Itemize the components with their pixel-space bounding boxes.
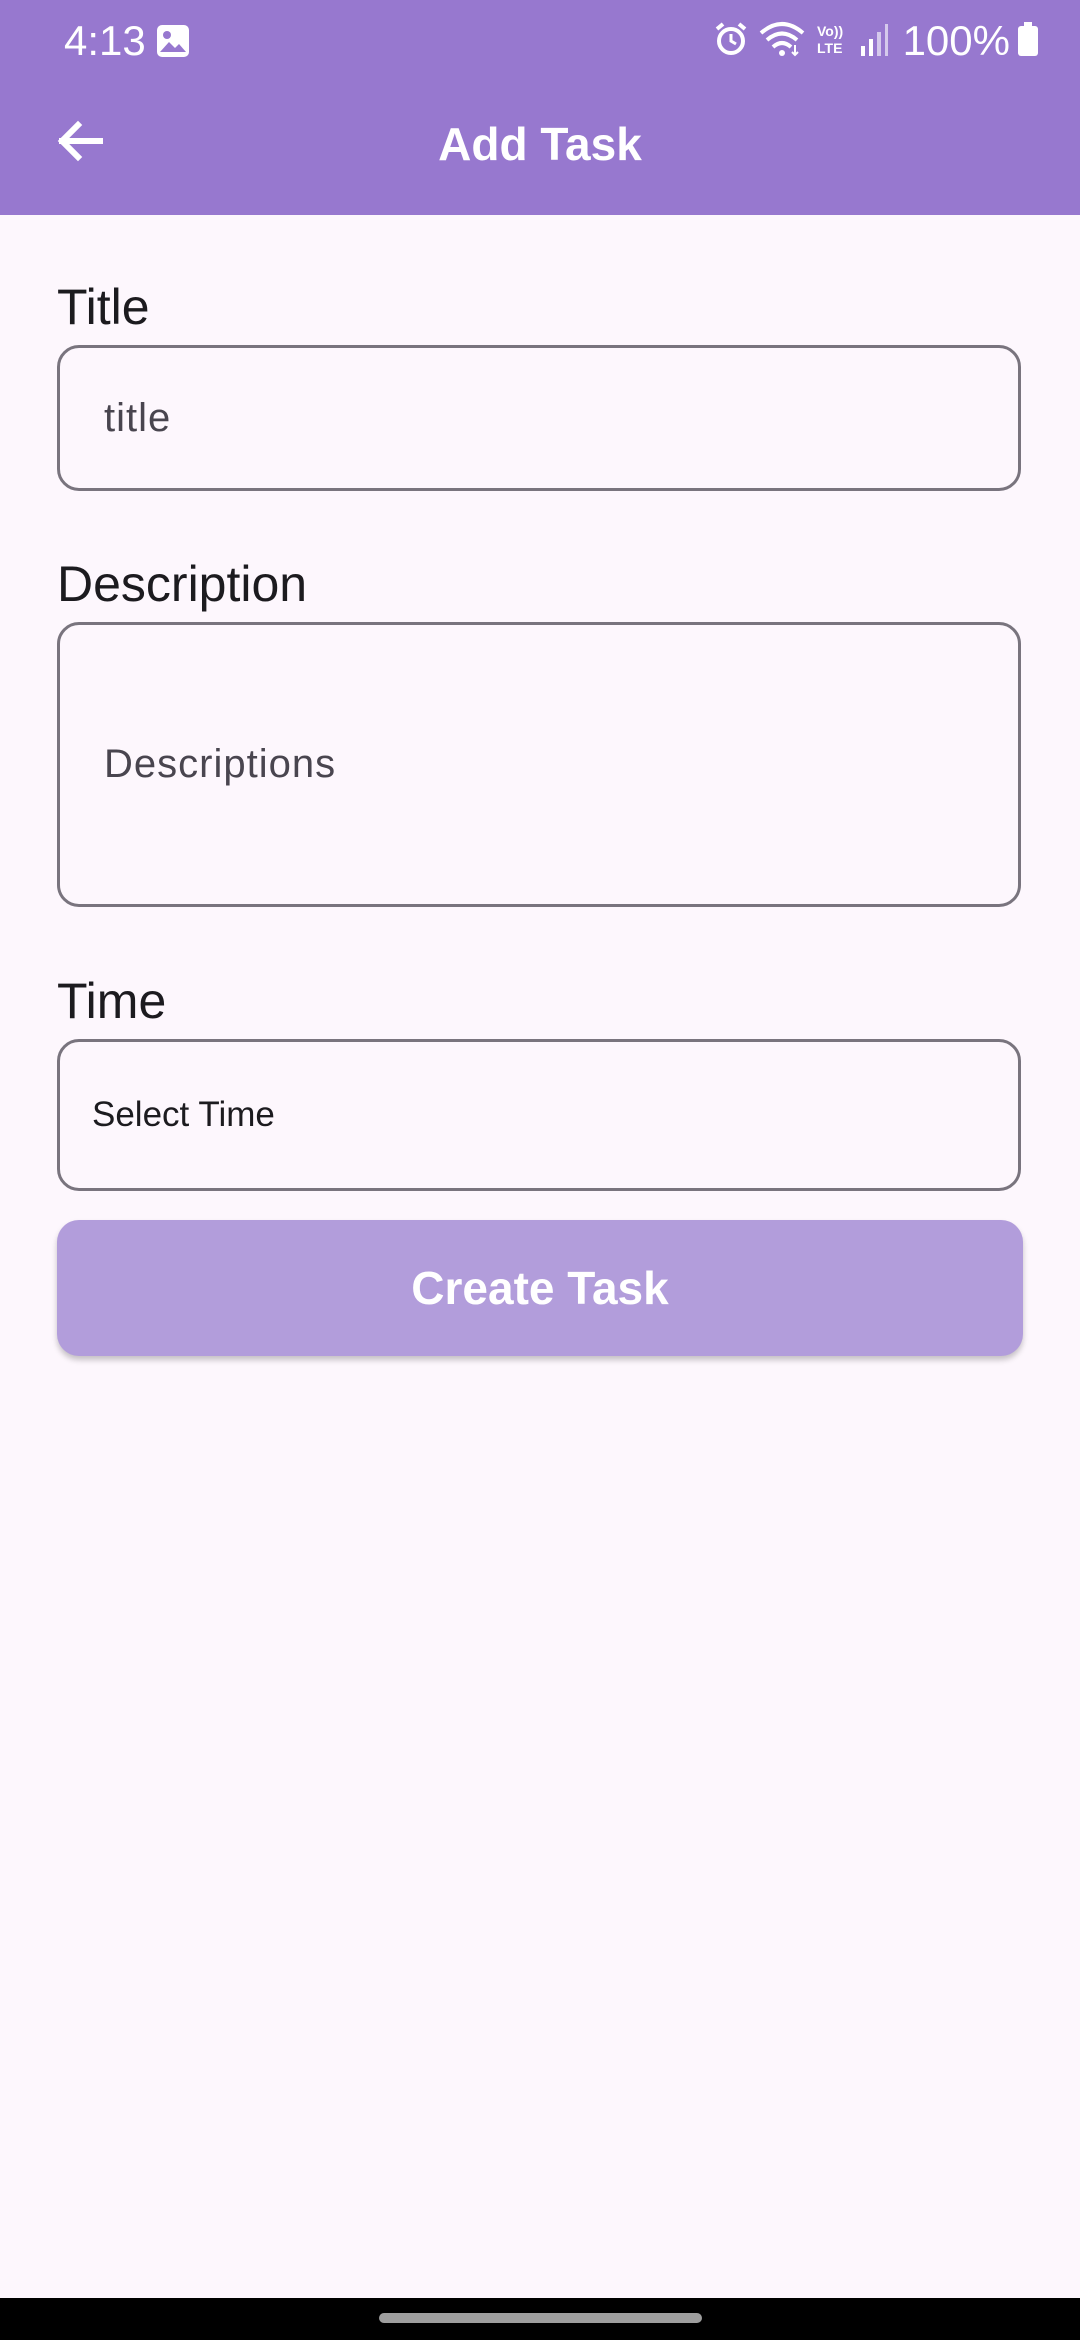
svg-text:Vo)): Vo)) — [817, 23, 843, 39]
svg-text:LTE: LTE — [817, 40, 842, 56]
signal-icon — [859, 22, 889, 61]
description-input[interactable]: Descriptions — [57, 622, 1021, 907]
create-task-button[interactable]: Create Task — [57, 1220, 1023, 1356]
page-title: Add Task — [438, 118, 642, 170]
app-bar: 4:13 Vo)) LTE 100% Add Task — [0, 0, 1080, 215]
title-label: Title — [57, 279, 150, 335]
title-input[interactable]: title — [57, 345, 1021, 491]
alarm-icon — [713, 21, 749, 62]
time-select-value: Select Time — [92, 1095, 275, 1134]
time-select-field[interactable]: Select Time — [57, 1039, 1021, 1191]
battery-percentage: 100% — [902, 17, 1010, 64]
gallery-icon — [156, 24, 190, 58]
wifi-icon — [759, 21, 805, 62]
status-icons: Vo)) LTE 100% — [713, 14, 1038, 68]
home-handle[interactable] — [379, 2313, 702, 2323]
title-placeholder: title — [104, 395, 172, 440]
status-time: 4:13 — [64, 17, 146, 64]
description-label: Description — [57, 556, 308, 612]
battery-icon — [1018, 21, 1038, 61]
volte-icon: Vo)) LTE — [815, 21, 849, 62]
description-placeholder: Descriptions — [104, 742, 337, 786]
time-label: Time — [57, 973, 167, 1029]
navigation-bar — [0, 2298, 1080, 2340]
